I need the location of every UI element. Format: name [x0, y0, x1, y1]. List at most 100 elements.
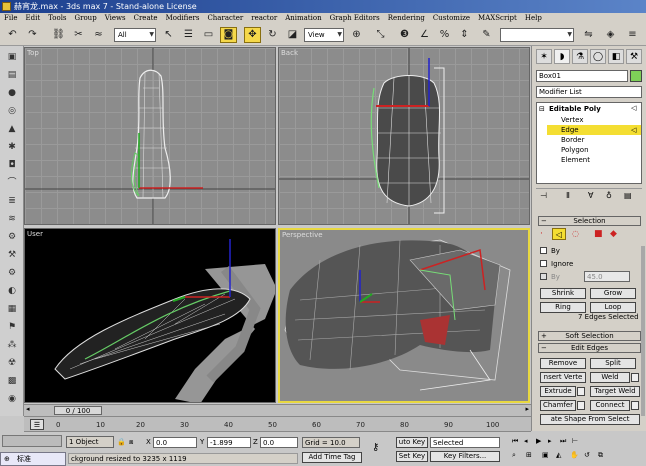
zoom-icon[interactable]: ⌕ [512, 450, 516, 460]
create-light-icon[interactable]: ✱ [4, 140, 20, 154]
next-frame-icon[interactable]: ▸ [548, 436, 552, 446]
select-move-icon[interactable]: ✥ [244, 27, 261, 43]
motion-icon[interactable]: ◐ [4, 284, 20, 298]
menu-graph-editors[interactable]: Graph Editors [326, 13, 384, 24]
space-warp-icon[interactable]: ≋ [4, 212, 20, 226]
menu-create[interactable]: Create [130, 13, 162, 24]
hierarchy-icon[interactable]: ⚙ [4, 266, 20, 280]
menu-group[interactable]: Group [71, 13, 101, 24]
x-coordinate-field[interactable]: 0.0 [153, 437, 197, 448]
angle-snap-icon[interactable]: ∠ [416, 27, 433, 43]
show-end-result-icon[interactable]: Ⅱ [566, 191, 570, 200]
utility-icon[interactable]: ⚑ [4, 320, 20, 334]
viewport-back[interactable]: Back [278, 47, 530, 225]
soft-selection-rollout-header[interactable]: + Soft Selection [538, 331, 641, 341]
weld-button[interactable]: Weld [590, 372, 630, 383]
vertex-level-icon[interactable]: · [540, 229, 543, 239]
remove-button[interactable]: Remove [540, 358, 586, 369]
named-selection-icon[interactable]: ✎ [478, 27, 495, 43]
create-cylinder-icon[interactable]: ▤ [4, 68, 20, 82]
mirror-icon[interactable]: ⇋ [580, 27, 597, 43]
time-slider-thumb[interactable]: 0 / 100 [54, 406, 102, 415]
set-key-icon[interactable]: ⚷ [372, 442, 379, 453]
split-button[interactable]: Split [590, 358, 636, 369]
window-crossing-icon[interactable]: ◙ [220, 27, 237, 43]
pin-stack-icon[interactable]: ⊣ [540, 191, 547, 200]
go-to-end-icon[interactable]: ⏭ [560, 436, 566, 446]
edit-edges-rollout-header[interactable]: − Edit Edges [538, 343, 641, 353]
object-name-field[interactable]: Box01 [536, 70, 628, 82]
particle-icon[interactable]: ⁂ [4, 338, 20, 352]
stack-item-vertex[interactable]: Vertex [561, 115, 584, 125]
menu-file[interactable]: File [0, 13, 21, 24]
viewport-user[interactable]: User [24, 228, 276, 403]
extrude-button[interactable]: Extrude [540, 386, 576, 397]
stack-item-polygon[interactable]: Polygon [561, 145, 589, 155]
set-key-button[interactable]: Set Key [396, 451, 428, 462]
object-color-swatch[interactable] [630, 70, 642, 82]
z-coordinate-field[interactable]: 0.0 [260, 437, 298, 448]
helper-icon[interactable]: ≣ [4, 194, 20, 208]
key-filters-button[interactable]: Key Filters... [430, 451, 500, 462]
by-vertex-checkbox[interactable] [540, 247, 547, 254]
stack-item-editable-poly[interactable]: Editable Poly [549, 104, 601, 114]
previous-frame-icon[interactable]: ◂ [524, 436, 528, 446]
viewport-top[interactable]: Top [24, 47, 276, 225]
unlink-icon[interactable]: ✂ [70, 27, 87, 43]
named-selection-sets-dropdown[interactable] [500, 28, 574, 42]
field-of-view-icon[interactable]: ◭ [556, 450, 561, 460]
auto-key-button[interactable]: uto Key [396, 437, 428, 448]
maxscript-listener-mini[interactable] [2, 435, 62, 447]
systems-icon[interactable]: ⚙ [4, 230, 20, 244]
key-mode-dropdown[interactable]: Selected [430, 437, 500, 448]
configure-sets-icon[interactable]: ▤ [624, 191, 632, 200]
redo-icon[interactable]: ↷ [24, 27, 41, 43]
menu-rendering[interactable]: Rendering [384, 13, 429, 24]
track-bar-icon[interactable]: ☰ [30, 419, 44, 430]
remove-modifier-icon[interactable]: ♁ [606, 191, 612, 200]
menu-modifiers[interactable]: Modifiers [162, 13, 204, 24]
key-mode-icon[interactable]: ⊢ [572, 436, 578, 446]
go-to-start-icon[interactable]: ⏮ [512, 436, 518, 446]
stack-item-border[interactable]: Border [561, 135, 584, 145]
maximize-viewport-icon[interactable]: ⧉ [598, 450, 603, 460]
make-unique-icon[interactable]: ∀ [588, 191, 593, 200]
select-rotate-icon[interactable]: ↻ [264, 27, 281, 43]
cloth-icon[interactable]: ▩ [4, 374, 20, 388]
menu-edit[interactable]: Edit [21, 13, 44, 24]
menu-views[interactable]: Views [101, 13, 130, 24]
menu-animation[interactable]: Animation [281, 13, 325, 24]
time-slider-next-icon[interactable]: ▸ [525, 405, 529, 413]
stack-expand-icon[interactable]: ⊟ [539, 104, 545, 114]
menu-maxscript[interactable]: MAXScript [474, 13, 521, 24]
menu-reactor[interactable]: reactor [247, 13, 281, 24]
arc-rotate-icon[interactable]: ↺ [584, 450, 590, 460]
absolute-mode-icon[interactable]: ⧈ [129, 437, 133, 447]
create-tab-icon[interactable]: ✶ [536, 49, 552, 64]
display-tab-icon[interactable]: ◧ [608, 49, 624, 64]
zoom-all-icon[interactable]: ⊞ [526, 450, 532, 460]
create-box-icon[interactable]: ▣ [4, 50, 20, 64]
undo-icon[interactable]: ↶ [4, 27, 21, 43]
ignore-backfacing-checkbox[interactable] [540, 260, 547, 267]
weld-settings-icon[interactable] [631, 373, 639, 382]
menu-customize[interactable]: Customize [429, 13, 474, 24]
shrink-button[interactable]: Shrink [540, 288, 586, 299]
stack-item-edge[interactable]: Edge ◁ [547, 125, 641, 135]
element-level-icon[interactable]: ◆ [610, 229, 617, 239]
percent-snap-icon[interactable]: % [436, 27, 453, 43]
edge-level-icon[interactable]: ◁ [552, 228, 566, 240]
extrude-settings-icon[interactable] [577, 387, 585, 396]
frame-ruler[interactable]: ☰ 0 10 20 30 40 50 60 70 80 90 100 [24, 416, 531, 432]
create-shape-icon[interactable]: ⌒ [4, 176, 20, 190]
add-time-tag-button[interactable]: Add Time Tag [302, 452, 362, 463]
connect-settings-icon[interactable] [631, 401, 639, 410]
time-slider-prev-icon[interactable]: ◂ [26, 405, 30, 413]
motion-tab-icon[interactable]: ◯ [590, 49, 606, 64]
hierarchy-tab-icon[interactable]: ⚗ [572, 49, 588, 64]
by-angle-checkbox[interactable] [540, 273, 547, 280]
zoom-extents-icon[interactable]: ▣ [542, 450, 549, 460]
rectangular-selection-icon[interactable]: ▭ [200, 27, 217, 43]
menu-character[interactable]: Character [203, 13, 247, 24]
create-cone-icon[interactable]: ▲ [4, 122, 20, 136]
